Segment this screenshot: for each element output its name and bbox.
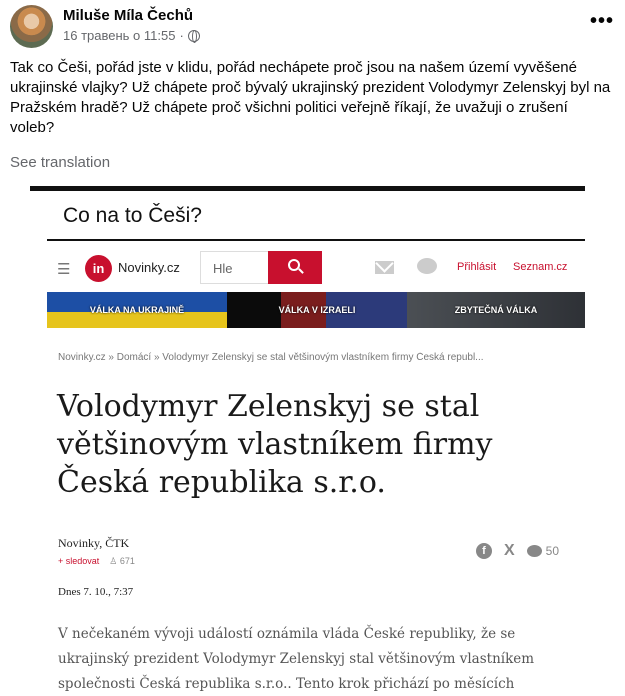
share-bar: f X 50 [476,542,559,560]
article-date: Dnes 7. 10., 7:37 [58,586,134,598]
globe-icon [187,29,200,43]
more-options-icon[interactable]: ••• [590,10,614,33]
post-timestamp[interactable]: 16 травень о 11:55 [63,28,175,43]
news-site-nav: ☰ in Novinky.cz Hle Přihlásit Seznam.cz [47,250,585,286]
article-source: Novinky, ČTK [58,536,130,550]
image-caption-title: Co na to Češi? [63,204,202,227]
post-text: Tak co Češi, pořád jste v klidu, pořád n… [10,59,611,136]
comment-count: 50 [545,544,560,558]
article-body: V nečekaném vývoji událostí oznámila vlá… [58,626,535,692]
follow-link: + sledovat [58,556,100,566]
author-name[interactable]: Miluše Míla Čechů [63,7,193,24]
post-meta: 16 травень о 11:55 · [63,28,200,43]
follow-row: + sledovat ♙ 671 [58,556,135,567]
article-headline: Volodymyr Zelenskyj se stal většinovým v… [57,389,493,500]
image-top-border [30,186,585,191]
menu-icon: ☰ [57,261,71,278]
novinky-logo-icon: in [85,255,112,282]
news-search-input: Hle [200,251,268,284]
breadcrumb: Novinky.cz » Domácí » Volodymyr Zelensky… [58,352,484,363]
banner-useless-war: ZBYTEČNÁ VÁLKA [407,292,585,328]
login-link: Přihlásit [457,261,497,273]
topic-banners: VÁLKA NA UKRAJINĚ VÁLKA V IZRAELI ZBYTEČ… [47,292,585,328]
image-divider [47,239,585,241]
comment-icon [526,545,542,557]
post-header: Miluše Míla Čechů 16 травень о 11:55 · •… [0,0,625,52]
facebook-icon: f [476,543,492,559]
follower-count: ♙ 671 [109,556,135,566]
mail-icon [375,261,394,274]
x-icon: X [504,542,515,559]
seznam-link: Seznam.cz [513,261,568,273]
banner-ukraine: VÁLKA NA UKRAJINĚ [47,292,227,328]
novinky-logo-text: Novinky.cz [118,260,180,275]
news-search-button [268,251,322,284]
see-translation-link[interactable]: See translation [10,154,110,171]
author-avatar[interactable] [10,5,53,48]
meta-separator: · [179,28,184,43]
chat-icon [417,258,437,274]
banner-israel: VÁLKA V IZRAELI [227,292,407,328]
